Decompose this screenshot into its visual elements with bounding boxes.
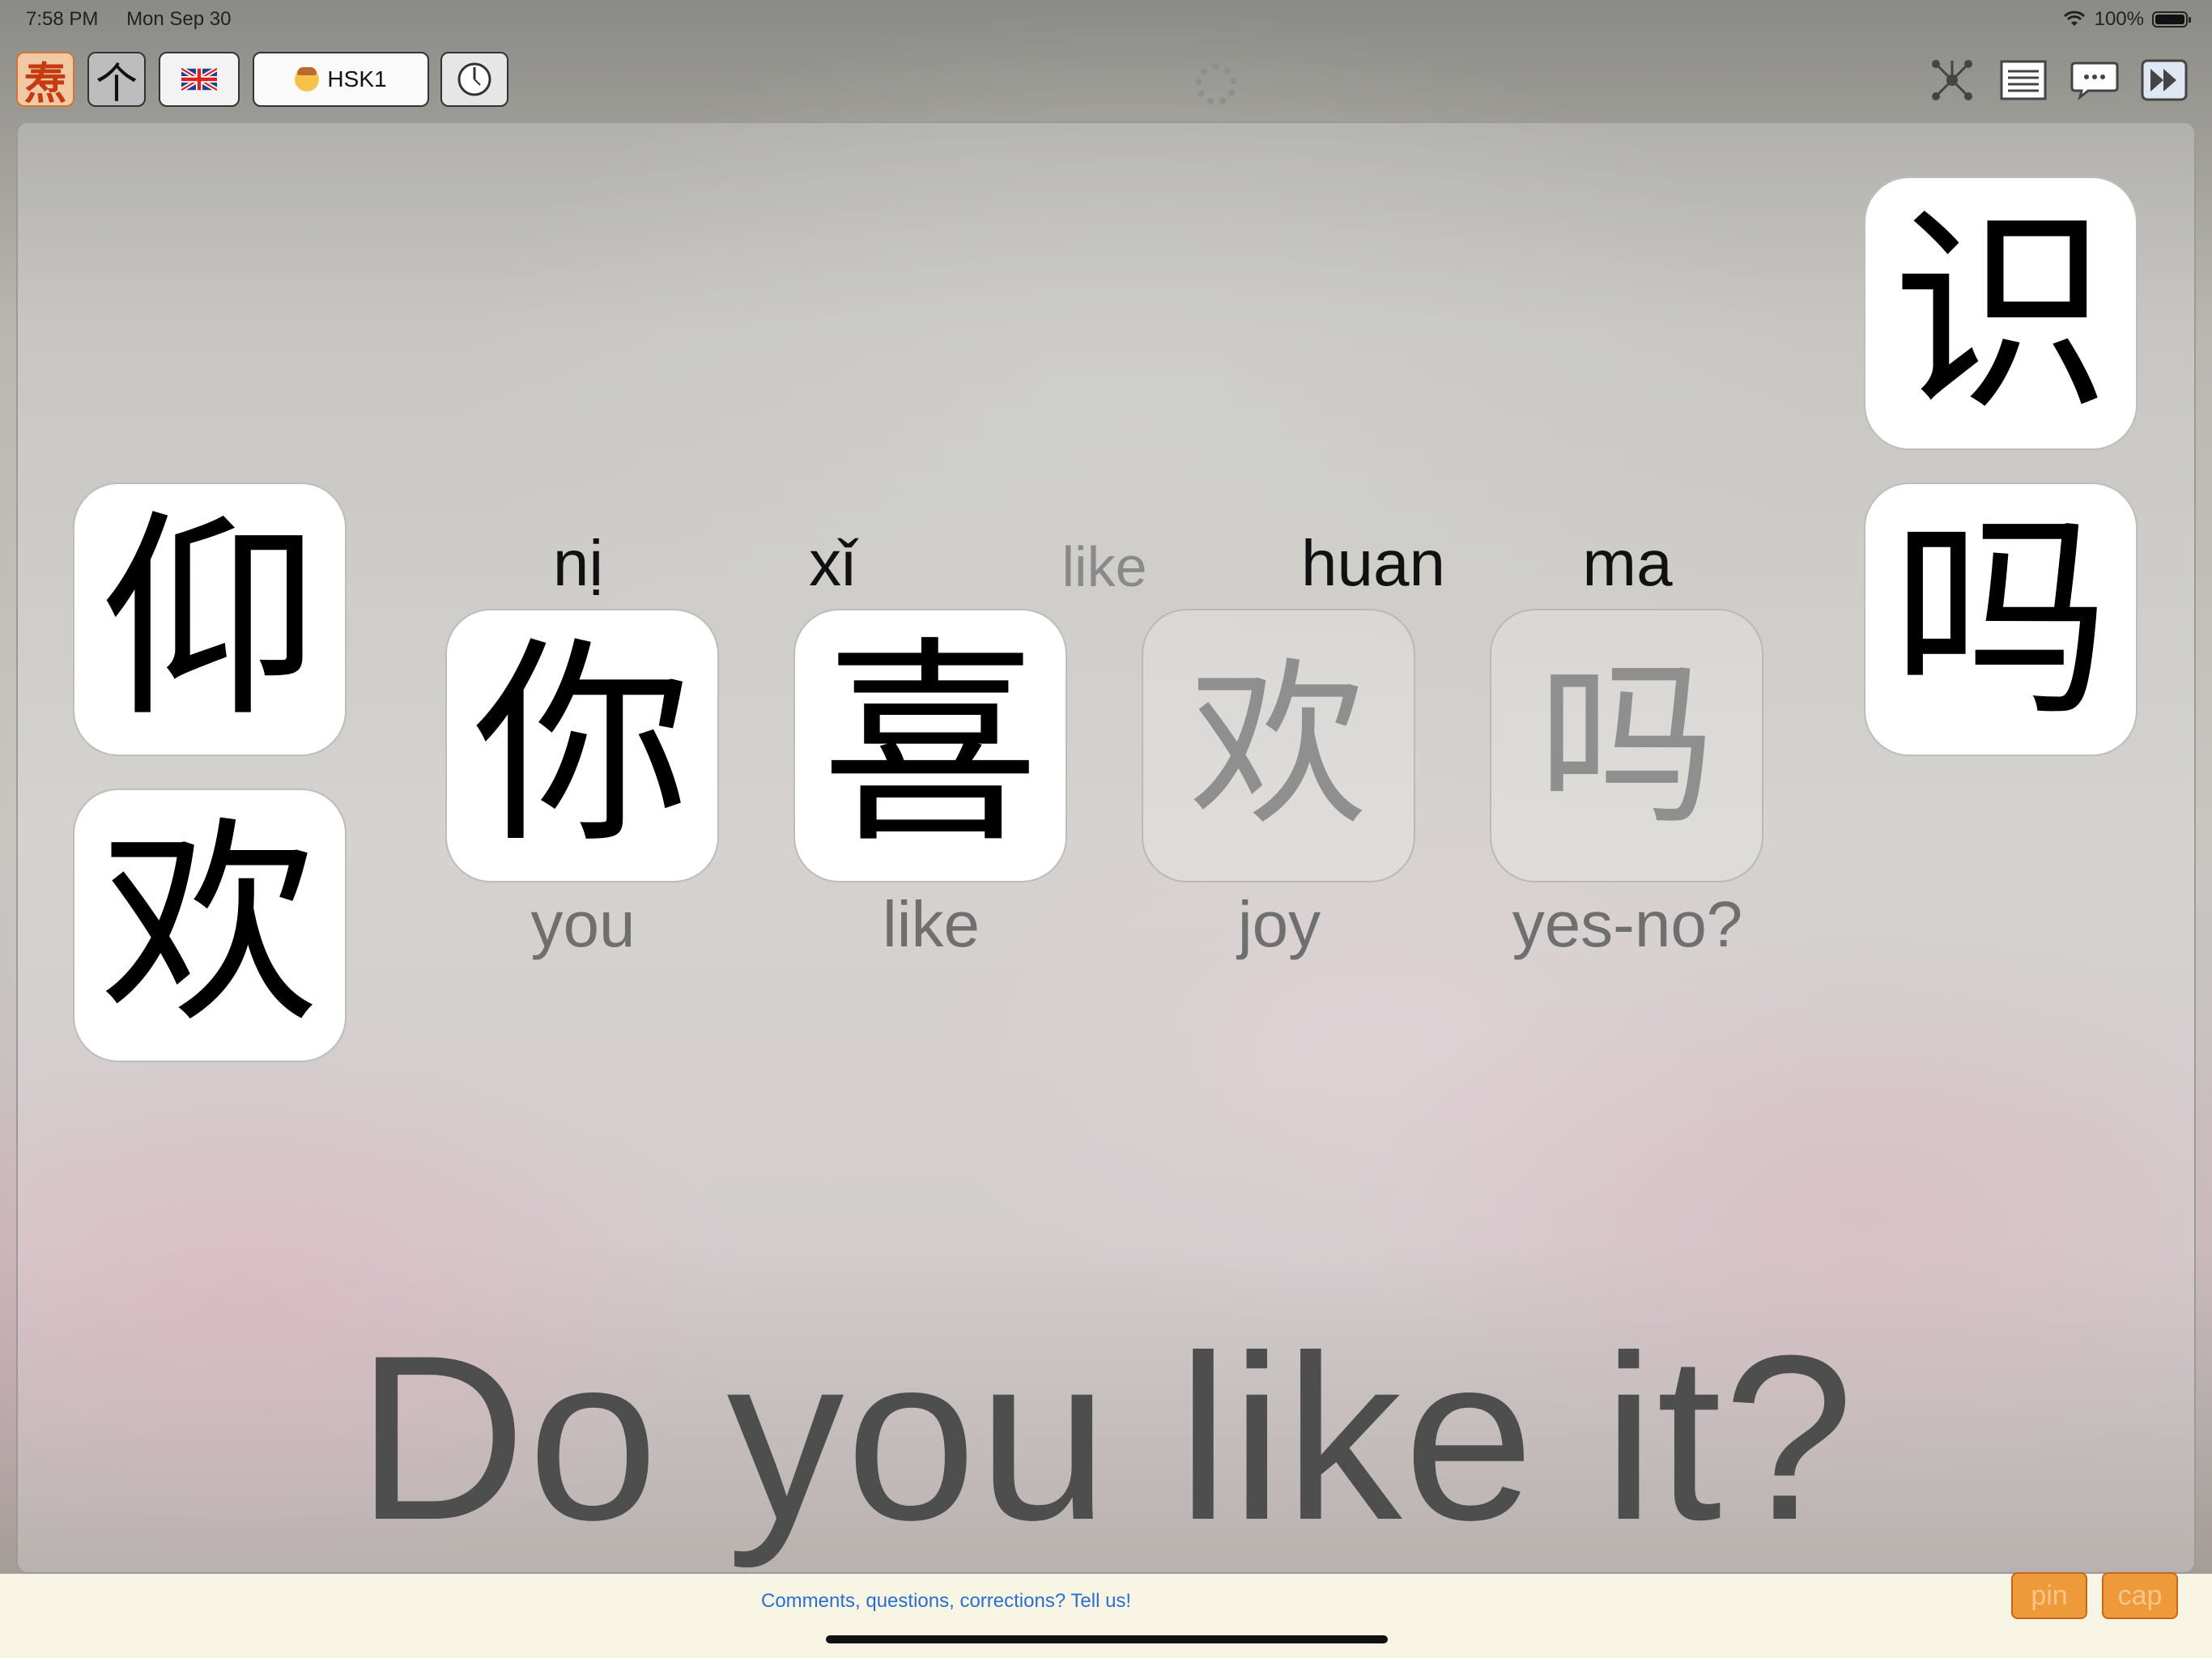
level-label: HSK1 <box>327 66 387 91</box>
word-tile[interactable]: 你 <box>445 609 719 882</box>
gloss-label: you <box>530 888 636 960</box>
app-logo-button[interactable]: 焘 <box>16 52 74 108</box>
home-indicator[interactable] <box>826 1635 1388 1643</box>
timer-button[interactable] <box>440 52 508 107</box>
wifi-icon <box>2063 11 2085 26</box>
tile-char: 吗 <box>1891 491 2110 746</box>
word-tile[interactable]: 喜 <box>793 609 1067 882</box>
clock-icon <box>457 62 491 96</box>
network-button[interactable] <box>1927 55 1977 105</box>
battery-icon <box>2152 11 2191 28</box>
language-button[interactable] <box>159 52 240 107</box>
fast-forward-icon <box>2141 59 2188 101</box>
logo-char: 焘 <box>23 59 67 108</box>
battery-percent: 100% <box>2094 8 2144 30</box>
tile-char: 仰 <box>100 491 319 746</box>
list-icon <box>2000 60 2047 100</box>
level-select-button[interactable]: HSK1 <box>253 52 429 107</box>
tile-char: 欢 <box>1189 642 1368 849</box>
gloss-label: like <box>882 888 981 960</box>
word-tile-faded[interactable]: 吗 <box>1490 609 1763 882</box>
text-list-button[interactable] <box>1998 55 2048 105</box>
cap-label: cap <box>2117 1579 2163 1611</box>
feedback-link[interactable]: Comments, questions, corrections? Tell u… <box>761 1590 1131 1613</box>
loading-spinner-icon <box>1195 63 1237 105</box>
sentence-translation: Do you like it? <box>356 1307 1856 1569</box>
tile-char: 你 <box>473 618 691 873</box>
tile-char: 喜 <box>821 618 1040 873</box>
gloss-label: joy <box>1237 888 1321 960</box>
tile-char: 欢 <box>100 797 319 1052</box>
pin-label: pin <box>2031 1579 2068 1611</box>
speech-bubble-icon <box>2070 62 2119 100</box>
pinyin-label: ma <box>1582 527 1673 599</box>
side-tile-left-2[interactable]: 欢 <box>73 789 347 1062</box>
character-mode-button[interactable]: 个 <box>87 52 146 108</box>
network-icon <box>1932 60 1972 100</box>
cap-button[interactable]: cap <box>2102 1572 2178 1619</box>
speech-button[interactable] <box>2069 55 2120 105</box>
footer-bar: Comments, questions, corrections? Tell u… <box>0 1574 2212 1658</box>
side-tile-right-2[interactable]: 吗 <box>1864 483 2138 756</box>
tile-char: 吗 <box>1537 642 1716 849</box>
ge-char: 个 <box>95 60 138 108</box>
status-time: 7:58 PM <box>26 8 99 30</box>
uk-flag-icon <box>181 68 217 91</box>
toolbar: 焘 个 HSK1 <box>0 49 2212 113</box>
side-tile-right-1[interactable]: 识 <box>1864 176 2138 450</box>
tile-char: 识 <box>1891 185 2110 440</box>
word-tile-faded[interactable]: 欢 <box>1142 609 1415 882</box>
learner-face-icon <box>295 67 320 91</box>
gloss-label: yes-no? <box>1512 888 1743 960</box>
side-tile-left-1[interactable]: 仰 <box>73 483 347 756</box>
status-bar: 7:58 PM Mon Sep 30 100% <box>0 0 2212 39</box>
pin-button[interactable]: pin <box>2011 1572 2087 1619</box>
status-date: Mon Sep 30 <box>126 8 232 30</box>
next-button[interactable] <box>2139 55 2189 105</box>
